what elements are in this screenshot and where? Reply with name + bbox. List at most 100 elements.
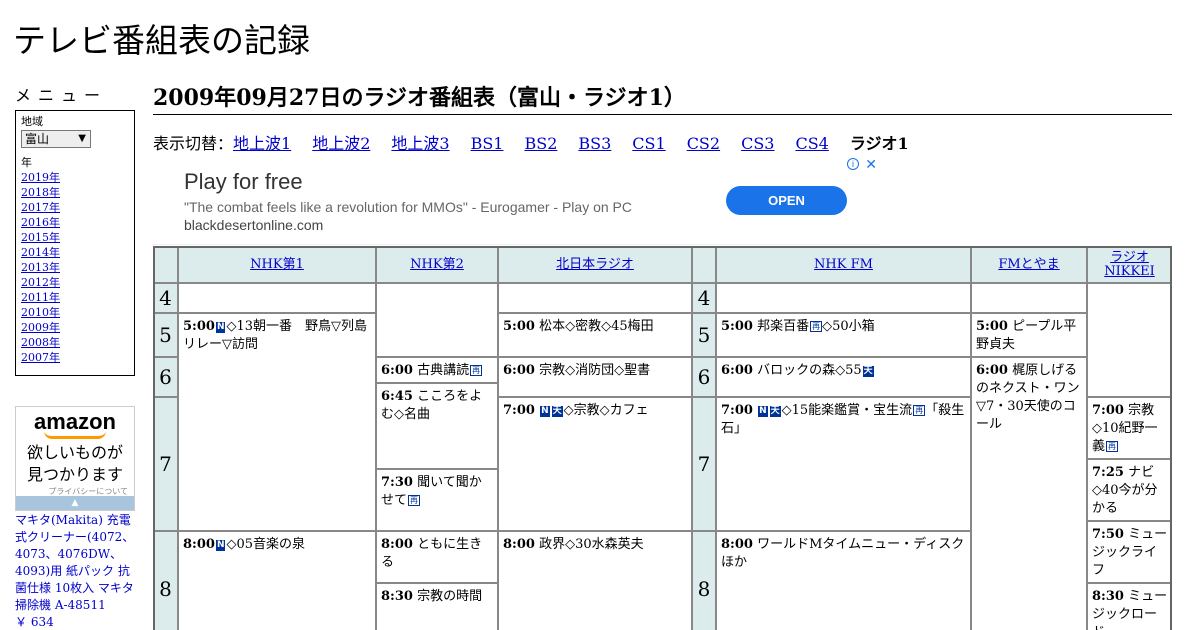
program-time: 7:50 [1092, 527, 1124, 542]
header-corner-mid [692, 246, 716, 283]
year-link-2009[interactable]: 2009年 [21, 320, 129, 335]
year-link-2013[interactable]: 2013年 [21, 260, 129, 275]
program-title: ◇15能楽鑑賞・宝生流 [781, 403, 913, 418]
amazon-ad[interactable]: amazon 欲しいものが 見つかります プライバシーについて ▲ [15, 406, 135, 511]
year-link-2019[interactable]: 2019年 [21, 170, 129, 185]
program-kn-0600: 6:00 宗教◇消防団◇聖書 [498, 357, 692, 397]
program-time: 5:00 [183, 319, 215, 334]
channel-header-nhkfm: NHK FM [716, 246, 971, 283]
switch-link-bs1[interactable]: BS1 [471, 134, 504, 153]
hour-mid-7: 7 [692, 397, 716, 531]
hour-mid-6: 6 [692, 357, 716, 397]
program-time: 8:00 [381, 537, 413, 552]
channel-link-fmtoyama[interactable]: FMとやま [998, 257, 1059, 272]
program-time: 8:00 [503, 537, 535, 552]
switch-link-chijoha2[interactable]: 地上波2 [312, 134, 370, 153]
product-name[interactable]: マキタ(Makita) 充電式クリーナー(4072、4073、4076DW、40… [15, 513, 134, 612]
switch-link-cs3[interactable]: CS3 [741, 134, 774, 153]
year-link-2018[interactable]: 2018年 [21, 185, 129, 200]
hour-mid-5: 5 [692, 313, 716, 357]
hour-left-5: 5 [153, 313, 178, 357]
ad-quote: "The combat feels like a revolution for … [184, 199, 632, 215]
year-link-2016[interactable]: 2016年 [21, 215, 129, 230]
product-price: ￥ 634 [15, 615, 54, 629]
switch-link-bs2[interactable]: BS2 [524, 134, 557, 153]
year-link-2012[interactable]: 2012年 [21, 275, 129, 290]
program-time: 7:00 [721, 403, 753, 418]
program-time: 8:00 [183, 537, 215, 552]
program-title: 宗教◇消防団◇聖書 [539, 363, 651, 378]
switch-link-bs3[interactable]: BS3 [578, 134, 611, 153]
program-fmt-0500: 5:00 ピープル平野貞夫 [971, 313, 1087, 357]
ad-banner[interactable]: Play for free "The combat feels like a r… [153, 156, 880, 245]
channel-header-nhk1: NHK第1 [178, 246, 376, 283]
info-icon[interactable]: i [847, 158, 859, 170]
program-cell-empty [178, 283, 376, 313]
channel-header-nhk2: NHK第2 [376, 246, 498, 283]
chevron-up-icon: ▲ [71, 498, 79, 508]
schedule-table: NHK第1 NHK第2 北日本ラジオ NHK FM FMとやま ラジオ NIKKE… [153, 246, 1172, 630]
menu-title: メニュー [15, 86, 108, 105]
year-link-2010[interactable]: 2010年 [21, 305, 129, 320]
program-title: 政界◇30水森英夫 [539, 537, 644, 552]
year-link-2014[interactable]: 2014年 [21, 245, 129, 260]
hour-mid-8: 8 [692, 531, 716, 630]
region-label: 地域 [21, 115, 43, 128]
channel-header-fmtoyama: FMとやま [971, 246, 1087, 283]
program-time: 5:00 [721, 319, 753, 334]
program-ni-0750: 7:50 ミュージックライフ [1087, 521, 1172, 583]
program-kn-0800: 8:00 政界◇30水森英夫 [498, 531, 692, 630]
amazon-ad-copy-line2: 見つかります [26, 465, 123, 484]
year-label: 年 [21, 156, 32, 169]
program-time: 8:00 [721, 537, 753, 552]
program-ni-0725: 7:25 ナビ◇40今が分かる [1087, 459, 1172, 521]
channel-link-nhk1[interactable]: NHK第1 [250, 257, 304, 272]
switch-link-chijoha3[interactable]: 地上波3 [391, 134, 449, 153]
channel-link-nhk2[interactable]: NHK第2 [410, 257, 464, 272]
switch-link-cs2[interactable]: CS2 [687, 134, 720, 153]
switch-current-radio1: ラジオ1 [849, 134, 909, 153]
program-nhk2-0645: 6:45 こころをよむ◇名曲 [376, 383, 498, 469]
year-link-2015[interactable]: 2015年 [21, 230, 129, 245]
switch-link-cs4[interactable]: CS4 [795, 134, 828, 153]
program-nhk2-0800: 8:00 ともに生きる [376, 531, 498, 583]
switch-link-cs1[interactable]: CS1 [632, 134, 665, 153]
program-kn-0700: 7:00 N 天 ◇宗教◇カフェ [498, 397, 692, 531]
program-nhk2-0600: 6:00 古典講読再 [376, 357, 498, 383]
channel-link-kitanihon[interactable]: 北日本ラジオ [556, 257, 634, 272]
year-link-2008[interactable]: 2008年 [21, 335, 129, 350]
switch-label: 表示切替： [153, 134, 234, 153]
ad-title[interactable]: Play for free [184, 169, 303, 195]
site-title: テレビ番組表の記録 [13, 21, 310, 60]
hour-left-7: 7 [153, 397, 178, 531]
product-link[interactable]: マキタ(Makita) 充電式クリーナー(4072、4073、4076DW、40… [15, 512, 137, 630]
channel-link-nhkfm[interactable]: NHK FM [814, 257, 873, 272]
region-select[interactable]: 富山 ▼ [21, 130, 91, 148]
main-content: 2009年09月27日のラジオ番組表（富山・ラジオ1） 表示切替：地上波1 地上波… [153, 84, 1172, 630]
program-time: 7:30 [381, 475, 413, 490]
year-link-2007[interactable]: 2007年 [21, 350, 129, 365]
program-nhk2-0830: 8:30 宗教の時間 [376, 583, 498, 630]
switch-link-chijoha1[interactable]: 地上波1 [233, 134, 291, 153]
program-time: 6:45 [381, 389, 413, 404]
hour-left-4: 4 [153, 283, 178, 313]
program-cell-empty [716, 283, 971, 313]
menu-box: 地域 富山 ▼ 年 2019年 2018年 2017年 2016年 2015年 … [15, 110, 135, 376]
program-fm-0600: 6:00 バロックの森◇55 天 [716, 357, 971, 397]
news-icon: N [540, 406, 550, 417]
program-time: 5:00 [503, 319, 535, 334]
program-title: 古典講読 [417, 363, 470, 378]
year-link-2011[interactable]: 2011年 [21, 290, 129, 305]
year-link-2017[interactable]: 2017年 [21, 200, 129, 215]
program-title: 邦楽百番 [757, 319, 810, 334]
program-fm-0800: 8:00 ワールドMタイムニュー・ディスクほか [716, 531, 971, 630]
ad-url[interactable]: blackdesertonline.com [184, 217, 323, 233]
program-title: バロックの森◇55 [757, 363, 862, 378]
amazon-scroll-bar[interactable]: ▲ [16, 496, 134, 510]
ad-open-button[interactable]: OPEN [726, 186, 847, 215]
rerun-icon: 再 [1106, 441, 1119, 452]
close-icon[interactable]: ✕ [865, 156, 877, 172]
program-title: ワールドMタイムニュー・ディスクほか [721, 537, 965, 570]
rerun-icon: 再 [810, 321, 823, 332]
channel-link-nikkei[interactable]: ラジオ NIKKEI [1104, 250, 1155, 279]
